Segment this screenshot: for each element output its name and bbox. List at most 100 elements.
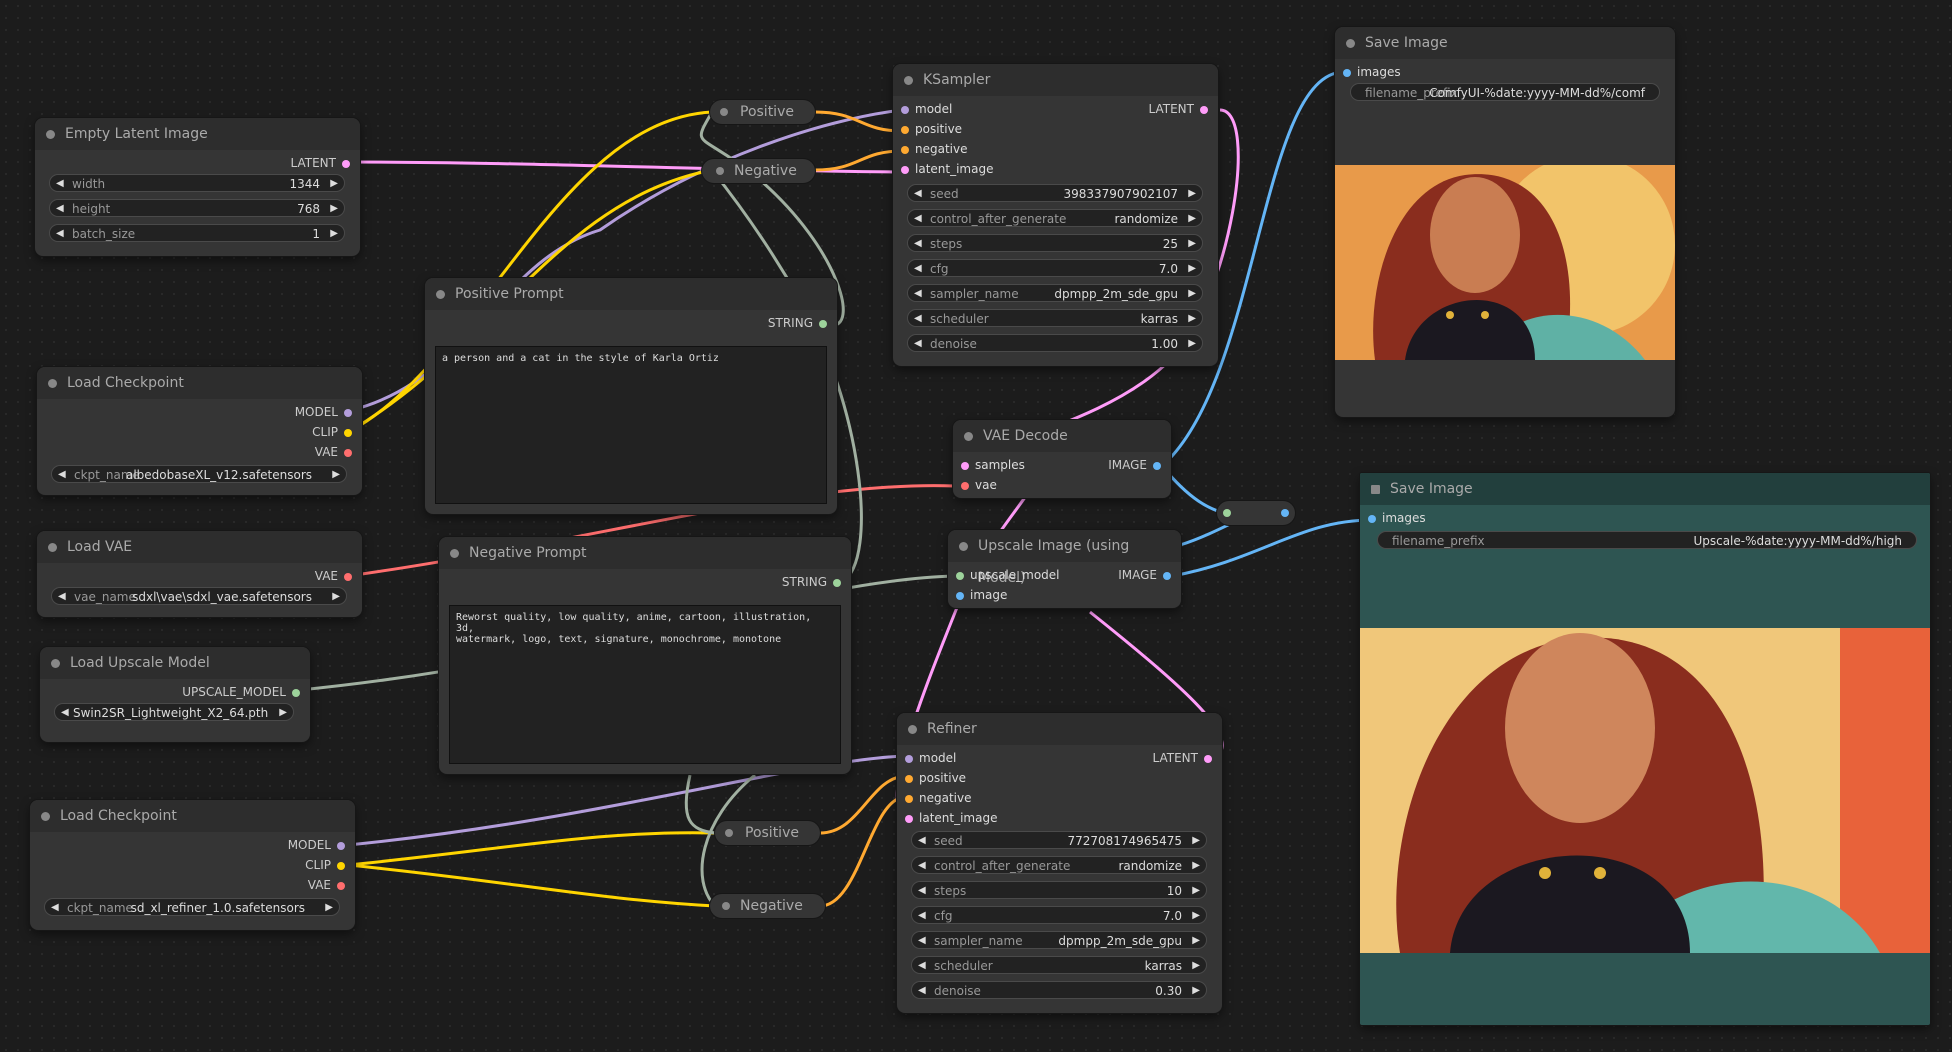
arrow-left-icon[interactable]: ◀ <box>58 588 66 606</box>
ckpt-name-select[interactable]: ◀ ckpt_name albedobaseXL_v12.safetensors ▶ <box>51 465 347 483</box>
vae-port-icon[interactable] <box>344 572 352 581</box>
arrow-right-icon[interactable]: ▶ <box>332 466 340 484</box>
cond-port-icon[interactable] <box>901 145 909 154</box>
arrow-right-icon[interactable]: ▶ <box>1192 882 1200 900</box>
latent-port-icon[interactable] <box>1204 754 1212 763</box>
negative-prompt-node[interactable]: Negative Prompt STRING Reworst quality, … <box>439 537 851 774</box>
width-widget[interactable]: ◀ width 1344 ▶ <box>49 174 345 192</box>
arrow-left-icon[interactable]: ◀ <box>56 200 64 218</box>
upscale-model-output[interactable]: UPSCALE_MODEL <box>182 685 300 699</box>
vae-decode-node[interactable]: VAE Decode samples vae IMAGE <box>953 420 1171 498</box>
steps-widget[interactable]: ◀ steps 25 ▶ <box>907 234 1203 252</box>
vae-output[interactable]: VAE <box>315 445 352 459</box>
denoise-widget[interactable]: ◀ denoise 0.30 ▶ <box>911 981 1207 999</box>
sampler-name-widget[interactable]: ◀ sampler_name dpmpp_2m_sde_gpu ▶ <box>911 931 1207 949</box>
reroute-negative[interactable]: Negative <box>702 159 815 183</box>
reroute-out-icon[interactable] <box>1281 509 1289 517</box>
latent-port-icon[interactable] <box>901 165 909 174</box>
upscale-port-icon[interactable] <box>292 688 300 697</box>
scheduler-widget[interactable]: ◀ scheduler karras ▶ <box>907 309 1203 327</box>
arrow-left-icon[interactable]: ◀ <box>918 932 926 950</box>
vae-port-icon[interactable] <box>337 881 345 890</box>
arrow-right-icon[interactable]: ▶ <box>325 899 333 917</box>
arrow-right-icon[interactable]: ▶ <box>1192 957 1200 975</box>
arrow-right-icon[interactable]: ▶ <box>1188 285 1196 303</box>
image-output[interactable]: IMAGE <box>1118 568 1171 582</box>
latent-port-icon[interactable] <box>905 814 913 823</box>
arrow-left-icon[interactable]: ◀ <box>914 235 922 253</box>
model-port-icon[interactable] <box>905 754 913 763</box>
model-port-icon[interactable] <box>901 105 909 114</box>
filename-prefix-input[interactable]: filename_prefix ComfyUI-%date:yyyy-MM-dd%… <box>1350 83 1660 101</box>
reroute-image[interactable] <box>1217 501 1295 525</box>
cfg-widget[interactable]: ◀ cfg 7.0 ▶ <box>907 259 1203 277</box>
collapse-dot-icon[interactable] <box>904 76 913 85</box>
control-after-generate-widget[interactable]: ◀ control_after_generate randomize ▶ <box>907 209 1203 227</box>
vae-input[interactable]: vae <box>961 478 997 492</box>
save-image-upscaled-node[interactable]: Save Image images filename_prefix Upscale… <box>1360 473 1930 1025</box>
model-output[interactable]: MODEL <box>288 838 345 852</box>
reroute-positive[interactable]: Positive <box>710 100 815 124</box>
arrow-right-icon[interactable]: ▶ <box>1188 185 1196 203</box>
arrow-right-icon[interactable]: ▶ <box>330 175 338 193</box>
clip-output[interactable]: CLIP <box>312 425 352 439</box>
string-output[interactable]: STRING <box>782 575 841 589</box>
ckpt-name-select[interactable]: ◀ ckpt_name sd_xl_refiner_1.0.safetensors ▶ <box>44 898 340 916</box>
load-checkpoint-refiner-node[interactable]: Load Checkpoint MODEL CLIP VAE ◀ ckpt_nam… <box>30 800 355 930</box>
string-port-icon[interactable] <box>833 578 841 587</box>
latent-image-input[interactable]: latent_image <box>901 162 993 176</box>
vae-port-icon[interactable] <box>344 448 352 457</box>
upscale-port-icon[interactable] <box>956 571 964 580</box>
arrow-right-icon[interactable]: ▶ <box>332 588 340 606</box>
vae-output[interactable]: VAE <box>308 878 345 892</box>
image-port-icon[interactable] <box>1343 68 1351 77</box>
reroute-positive-refiner[interactable]: Positive <box>715 821 820 845</box>
model-input[interactable]: model <box>905 751 956 765</box>
reroute-negative-refiner[interactable]: Negative <box>710 894 825 918</box>
cond-port-icon[interactable] <box>905 794 913 803</box>
image-port-icon[interactable] <box>1153 461 1161 470</box>
clip-output[interactable]: CLIP <box>305 858 345 872</box>
model-port-icon[interactable] <box>344 408 352 417</box>
steps-widget[interactable]: ◀ steps 10 ▶ <box>911 881 1207 899</box>
latent-image-input[interactable]: latent_image <box>905 811 997 825</box>
arrow-left-icon[interactable]: ◀ <box>918 907 926 925</box>
positive-input[interactable]: positive <box>905 771 966 785</box>
empty-latent-image-node[interactable]: Empty Latent Image LATENT ◀ width 1344 ▶ ◀ h… <box>35 118 360 256</box>
collapse-dot-icon[interactable] <box>450 549 459 558</box>
images-input[interactable]: images <box>1343 65 1401 79</box>
arrow-right-icon[interactable]: ▶ <box>1188 260 1196 278</box>
upscale-model-select[interactable]: ◀ Swin2SR_Lightweight_X2_64.pth ▶ <box>54 703 294 721</box>
arrow-left-icon[interactable]: ◀ <box>914 185 922 203</box>
arrow-left-icon[interactable]: ◀ <box>56 225 64 243</box>
image-port-icon[interactable] <box>956 591 964 600</box>
load-upscale-model-node[interactable]: Load Upscale Model UPSCALE_MODEL ◀ Swin2S… <box>40 647 310 742</box>
arrow-right-icon[interactable]: ▶ <box>1192 832 1200 850</box>
model-input[interactable]: model <box>901 102 952 116</box>
positive-prompt-textarea[interactable]: a person and a cat in the style of Karla… <box>435 346 827 504</box>
arrow-right-icon[interactable]: ▶ <box>1192 932 1200 950</box>
negative-input[interactable]: negative <box>905 791 971 805</box>
arrow-right-icon[interactable]: ▶ <box>1188 235 1196 253</box>
model-port-icon[interactable] <box>337 841 345 850</box>
collapse-dot-icon[interactable] <box>48 379 57 388</box>
arrow-right-icon[interactable]: ▶ <box>1192 857 1200 875</box>
clip-port-icon[interactable] <box>337 861 345 870</box>
latent-output[interactable]: LATENT <box>291 156 350 170</box>
denoise-widget[interactable]: ◀ denoise 1.00 ▶ <box>907 334 1203 352</box>
collapse-dot-icon[interactable] <box>48 543 57 552</box>
batch-size-widget[interactable]: ◀ batch_size 1 ▶ <box>49 224 345 242</box>
arrow-left-icon[interactable]: ◀ <box>914 310 922 328</box>
collapse-dot-icon[interactable] <box>964 432 973 441</box>
model-output[interactable]: MODEL <box>295 405 352 419</box>
latent-output[interactable]: LATENT <box>1149 102 1208 116</box>
collapse-dot-icon[interactable] <box>908 725 917 734</box>
image-output[interactable]: IMAGE <box>1108 458 1161 472</box>
vae-output[interactable]: VAE <box>315 569 352 583</box>
filename-prefix-input[interactable]: filename_prefix Upscale-%date:yyyy-MM-dd%… <box>1377 531 1917 549</box>
collapse-dot-icon[interactable] <box>959 542 968 551</box>
reroute-in-icon[interactable] <box>1223 509 1231 517</box>
control-after-generate-widget[interactable]: ◀ control_after_generate randomize ▶ <box>911 856 1207 874</box>
height-widget[interactable]: ◀ height 768 ▶ <box>49 199 345 217</box>
latent-port-icon[interactable] <box>961 461 969 470</box>
